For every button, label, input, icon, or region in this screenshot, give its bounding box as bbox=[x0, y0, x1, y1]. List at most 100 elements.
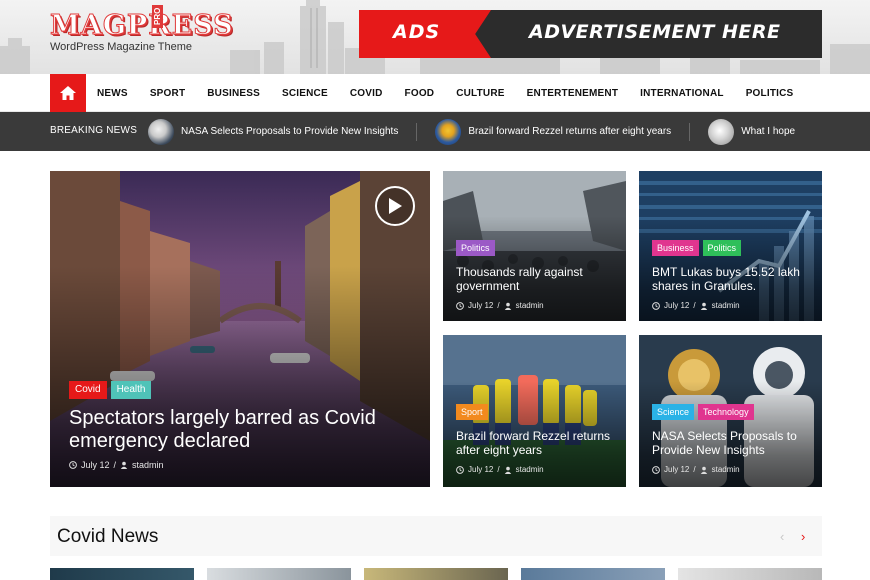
nav-item-science[interactable]: SCIENCE bbox=[271, 88, 339, 99]
chevron-left-icon[interactable]: ‹ bbox=[780, 529, 784, 544]
ticker-headline: NASA Selects Proposals to Provide New In… bbox=[181, 126, 399, 137]
post-title[interactable]: BMT Lukas buys 15.52 lakh shares in Gran… bbox=[652, 265, 817, 293]
featured-post-card[interactable]: Business Politics BMT Lukas buys 15.52 l… bbox=[639, 171, 822, 321]
tag-covid[interactable]: Covid bbox=[69, 381, 107, 399]
clock-icon bbox=[652, 465, 660, 474]
post-date[interactable]: July 12 bbox=[664, 301, 689, 310]
nav-menu: NEWS SPORT BUSINESS SCIENCE COVID FOOD C… bbox=[86, 74, 804, 112]
meta-separator: / bbox=[693, 301, 696, 310]
post-date[interactable]: July 12 bbox=[468, 301, 493, 310]
post-tags: Covid Health bbox=[69, 381, 152, 399]
meta-separator: / bbox=[497, 301, 500, 310]
chevron-right-icon[interactable]: › bbox=[801, 529, 805, 544]
post-thumbnail[interactable] bbox=[364, 568, 508, 580]
featured-post-card[interactable]: Science Technology NASA Selects Proposal… bbox=[639, 335, 822, 487]
logo-pro-badge: PRO bbox=[152, 4, 163, 28]
post-thumbnail[interactable] bbox=[678, 568, 822, 580]
image-overlay bbox=[50, 265, 430, 487]
post-author[interactable]: stadmin bbox=[132, 460, 164, 470]
post-thumbnail[interactable] bbox=[521, 568, 665, 580]
breaking-news-label: BREAKING NEWS bbox=[50, 125, 138, 136]
site-logo[interactable]: MAGPRESS WordPress Magazine Theme bbox=[50, 10, 234, 53]
post-tags: Sport bbox=[456, 404, 488, 420]
section-thumbnails bbox=[50, 568, 822, 580]
play-video-button[interactable] bbox=[375, 186, 415, 226]
site-tagline: WordPress Magazine Theme bbox=[50, 41, 193, 53]
ad-label: ADS bbox=[393, 21, 441, 43]
user-icon bbox=[700, 302, 707, 310]
tag-business[interactable]: Business bbox=[652, 240, 699, 256]
clock-icon bbox=[456, 301, 464, 310]
home-button[interactable] bbox=[50, 74, 86, 112]
ticker-headline: What I hope bbox=[741, 126, 796, 137]
post-date[interactable]: July 12 bbox=[81, 460, 110, 470]
nav-item-business[interactable]: BUSINESS bbox=[196, 88, 271, 99]
tag-sport[interactable]: Sport bbox=[456, 404, 488, 420]
user-icon bbox=[700, 466, 707, 474]
featured-main-post[interactable]: Covid Health Spectators largely barred a… bbox=[50, 171, 430, 487]
clock-icon bbox=[652, 301, 660, 310]
nav-item-entertainment[interactable]: ENTERTENEMENT bbox=[516, 88, 630, 99]
nav-item-sport[interactable]: SPORT bbox=[139, 88, 196, 99]
post-title[interactable]: Thousands rally against government bbox=[456, 265, 621, 293]
ticker-divider bbox=[416, 122, 418, 141]
clock-icon bbox=[69, 461, 77, 469]
ticker-thumbnail bbox=[148, 118, 174, 145]
post-author[interactable]: stadmin bbox=[516, 301, 544, 310]
ticker-thumbnail bbox=[708, 118, 735, 145]
featured-post-card[interactable]: Politics Thousands rally against governm… bbox=[443, 171, 626, 321]
ticker-item[interactable]: What I hope bbox=[708, 118, 796, 145]
meta-separator: / bbox=[693, 465, 696, 474]
section-header: Covid News ‹ › bbox=[50, 516, 822, 556]
nav-item-covid[interactable]: COVID bbox=[339, 88, 394, 99]
nav-item-politics[interactable]: POLITICS bbox=[735, 88, 805, 99]
post-date[interactable]: July 12 bbox=[468, 465, 493, 474]
post-thumbnail[interactable] bbox=[207, 568, 351, 580]
post-title[interactable]: Spectators largely barred as Covid emerg… bbox=[69, 407, 399, 453]
logo-wordmark: MAGPRESS bbox=[50, 10, 234, 41]
post-author[interactable]: stadmin bbox=[712, 301, 740, 310]
home-icon bbox=[60, 86, 76, 100]
post-thumbnail[interactable] bbox=[50, 568, 194, 580]
nav-item-international[interactable]: INTERNATIONAL bbox=[629, 88, 735, 99]
post-title[interactable]: NASA Selects Proposals to Provide New In… bbox=[652, 429, 817, 457]
post-meta: July 12 / stadmin bbox=[456, 301, 544, 310]
post-title[interactable]: Brazil forward Rezzel returns after eigh… bbox=[456, 429, 621, 457]
advertisement-banner[interactable]: ADS ADVERTISEMENT HERE bbox=[359, 10, 822, 58]
tag-technology[interactable]: Technology bbox=[698, 404, 754, 420]
ad-text: ADVERTISEMENT HERE bbox=[529, 21, 781, 43]
post-meta: July 12 / stadmin bbox=[456, 465, 544, 474]
ticker-item[interactable]: NASA Selects Proposals to Provide New In… bbox=[148, 118, 399, 145]
tag-politics[interactable]: Politics bbox=[702, 240, 742, 256]
nav-item-culture[interactable]: CULTURE bbox=[445, 88, 515, 99]
play-icon bbox=[389, 198, 402, 214]
news-ticker: NASA Selects Proposals to Provide New In… bbox=[148, 112, 822, 151]
post-meta: July 12 / stadmin bbox=[652, 301, 740, 310]
nav-item-food[interactable]: FOOD bbox=[394, 88, 446, 99]
meta-separator: / bbox=[497, 465, 500, 474]
ticker-thumbnail bbox=[435, 118, 462, 145]
main-navigation: NEWS SPORT BUSINESS SCIENCE COVID FOOD C… bbox=[0, 74, 870, 112]
post-author[interactable]: stadmin bbox=[712, 465, 740, 474]
meta-separator: / bbox=[113, 460, 117, 470]
post-meta: July 12 / stadmin bbox=[652, 465, 740, 474]
post-tags: Science Technology bbox=[652, 404, 754, 420]
breaking-news-bar: BREAKING NEWS NASA Selects Proposals to … bbox=[0, 112, 870, 151]
post-tags: Business Politics bbox=[652, 240, 742, 256]
tag-health[interactable]: Health bbox=[110, 381, 152, 399]
post-meta: July 12 / stadmin bbox=[69, 460, 164, 470]
ticker-divider bbox=[689, 122, 691, 141]
section-title: Covid News bbox=[57, 526, 159, 547]
post-date[interactable]: July 12 bbox=[664, 465, 689, 474]
ticker-headline: Brazil forward Rezzel returns after eigh… bbox=[468, 126, 672, 137]
ticker-item[interactable]: Brazil forward Rezzel returns after eigh… bbox=[435, 118, 672, 145]
nav-item-news[interactable]: NEWS bbox=[86, 88, 139, 99]
user-icon bbox=[504, 466, 511, 474]
site-header: MAGPRESS WordPress Magazine Theme PRO AD… bbox=[0, 0, 870, 74]
featured-post-card[interactable]: Sport Brazil forward Rezzel returns afte… bbox=[443, 335, 626, 487]
user-icon bbox=[504, 302, 511, 310]
post-author[interactable]: stadmin bbox=[516, 465, 544, 474]
tag-politics[interactable]: Politics bbox=[456, 240, 495, 256]
tag-science[interactable]: Science bbox=[652, 404, 695, 420]
clock-icon bbox=[456, 465, 464, 474]
